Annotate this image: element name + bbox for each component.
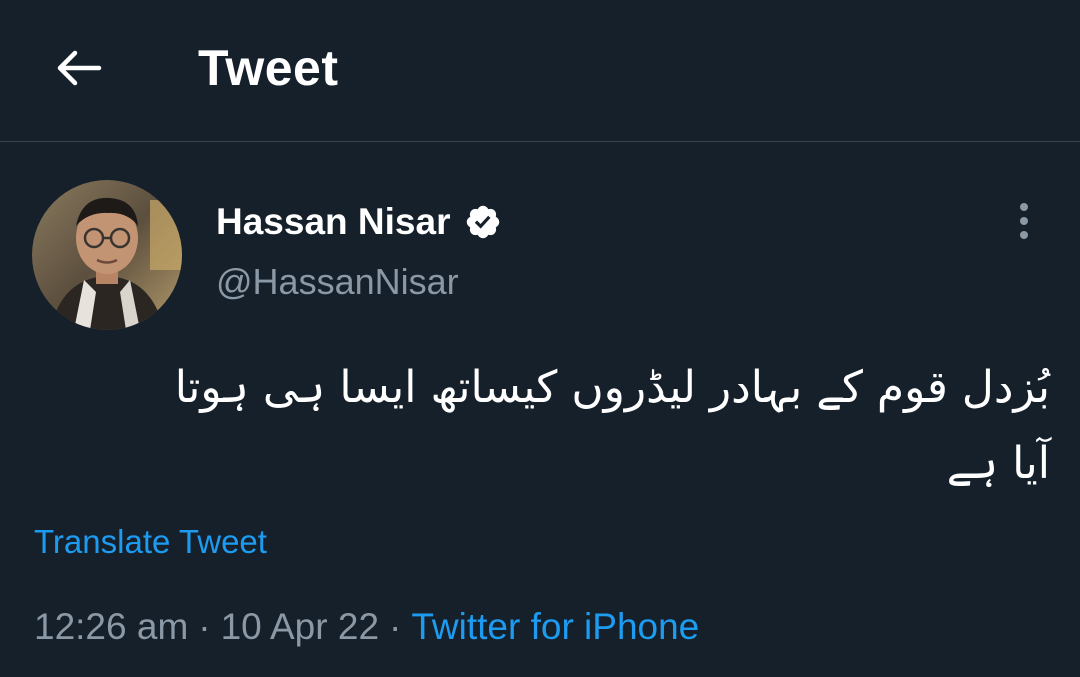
- more-options-button[interactable]: [1002, 196, 1046, 246]
- author-name: Hassan Nisar: [216, 201, 451, 242]
- meta-separator: ·: [389, 606, 402, 647]
- top-bar: Tweet: [0, 0, 1080, 142]
- verified-badge-icon: [464, 203, 502, 241]
- tweet-source-link[interactable]: Twitter for iPhone: [411, 606, 699, 647]
- back-button[interactable]: [48, 38, 108, 98]
- author-handle[interactable]: @HassanNisar: [216, 258, 459, 306]
- tweet-time[interactable]: 12:26 am: [34, 606, 188, 647]
- tweet-text: بُزدل قوم کے بہادر لیڈروں کیساتھ ایسا ہی…: [32, 350, 1050, 502]
- meta-separator: ·: [198, 606, 211, 647]
- arrow-left-icon: [57, 50, 102, 86]
- avatar[interactable]: [32, 180, 182, 330]
- tweet-text-line-1: بُزدل قوم کے بہادر لیڈروں کیساتھ ایسا ہی…: [174, 362, 1050, 413]
- tweet-date[interactable]: 10 Apr 22: [221, 606, 379, 647]
- page-title: Tweet: [198, 40, 339, 96]
- tweet-text-line-2: آیا ہے: [946, 438, 1050, 489]
- translate-tweet-link[interactable]: Translate Tweet: [34, 520, 267, 564]
- tweet-metadata: 12:26 am · 10 Apr 22 · Twitter for iPhone: [34, 603, 699, 651]
- author-name-row[interactable]: Hassan Nisar: [216, 196, 502, 248]
- more-vertical-icon: [1020, 203, 1028, 239]
